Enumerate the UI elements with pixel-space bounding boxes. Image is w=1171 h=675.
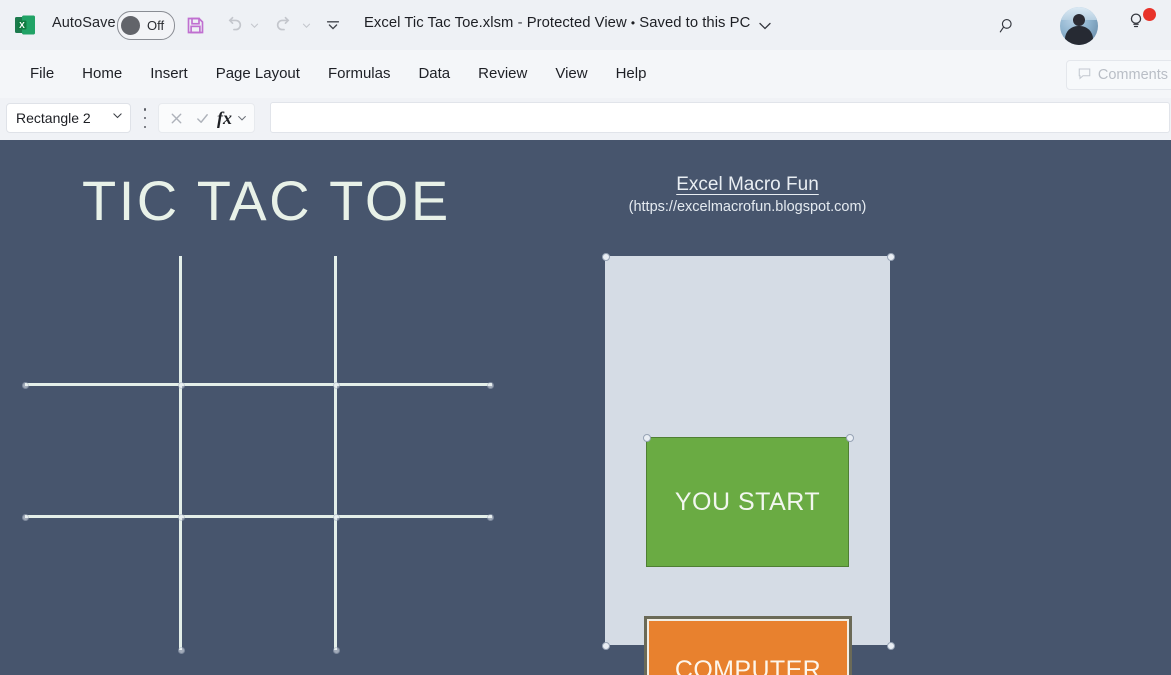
grid-line-horizontal-bottom [25,515,492,518]
computer-starts-label: COMPUTER STARTS [675,650,821,675]
tab-file[interactable]: File [16,50,68,98]
worksheet-canvas[interactable]: TIC TAC TOE Excel Macro Fun (https://exc… [0,140,1171,675]
page-title: TIC TAC TOE [82,168,451,233]
blog-name-link[interactable]: Excel Macro Fun [676,174,819,196]
shape-handle[interactable] [887,642,895,650]
computer-starts-button[interactable]: COMPUTER STARTS [644,616,852,675]
customize-quick-access-toolbar-icon[interactable] [318,10,348,40]
search-icon[interactable] [993,11,1023,41]
shape-handle[interactable] [22,382,29,389]
tab-data[interactable]: Data [404,50,464,98]
tab-help[interactable]: Help [602,50,661,98]
shape-handle[interactable] [887,253,895,261]
avatar[interactable] [1060,7,1098,45]
tab-home[interactable]: Home [68,50,136,98]
comments-label: Comments [1098,67,1168,83]
shape-handle[interactable] [333,382,340,389]
chevron-down-icon[interactable] [234,104,250,132]
redo-button[interactable] [270,10,300,40]
name-box[interactable]: Rectangle 2 [6,103,131,133]
save-button[interactable] [180,10,210,40]
ribbon-tab-bar: File Home Insert Page Layout Formulas Da… [0,50,1171,99]
shape-handle[interactable] [846,434,854,442]
grid-line-vertical-left [179,256,182,650]
you-start-button[interactable]: YOU START [646,437,849,567]
shape-handle[interactable] [22,514,29,521]
control-panel: YOU START COMPUTER STARTS [605,256,890,645]
autosave-label: AutoSave [52,15,116,31]
title-separator: - [518,15,523,31]
tab-review[interactable]: Review [464,50,541,98]
formula-bar: Rectangle 2 fx [0,98,1171,140]
shape-handle[interactable] [487,514,494,521]
computer-starts-inner-border: COMPUTER STARTS [647,619,849,675]
autosave-toggle-knob [121,16,140,35]
shape-handle[interactable] [333,647,340,654]
undo-button[interactable] [218,10,248,40]
excel-window: X AutoSave Off [0,0,1171,675]
name-box-value: Rectangle 2 [16,110,91,126]
svg-text:X: X [19,20,25,30]
insert-function-label[interactable]: fx [215,108,234,129]
shape-handle[interactable] [333,514,340,521]
comments-button[interactable]: Comments [1066,60,1171,90]
notification-badge [1143,8,1156,21]
grid-line-vertical-right [334,256,337,650]
shape-handle[interactable] [178,647,185,654]
vertical-dots-icon[interactable] [139,108,151,128]
avatar-body [1065,26,1093,45]
tab-insert[interactable]: Insert [136,50,202,98]
excel-logo-icon: X [12,12,38,38]
shape-handle[interactable] [178,382,185,389]
formula-input[interactable] [270,102,1170,133]
title-bar: X AutoSave Off [0,0,1171,50]
shape-handle[interactable] [643,434,651,442]
save-status-label: Saved to this PC [639,15,750,31]
tab-view[interactable]: View [541,50,601,98]
shape-handle[interactable] [602,642,610,650]
comment-bubble-icon [1077,66,1092,85]
document-name: Excel Tic Tac Toe.xlsm [364,15,513,31]
autosave-state-label: Off [147,18,164,33]
avatar-head [1073,14,1085,26]
ribbon-tabs: File Home Insert Page Layout Formulas Da… [16,50,660,98]
cancel-x-icon[interactable] [163,104,189,132]
title-bullet: • [631,16,635,30]
grid-line-horizontal-top [25,383,492,386]
enter-check-icon[interactable] [189,104,215,132]
chevron-down-icon[interactable] [111,109,124,127]
undo-dropdown-icon[interactable] [246,10,262,40]
chevron-down-icon[interactable] [757,18,773,34]
formula-actions: fx [158,103,255,133]
tab-page-layout[interactable]: Page Layout [202,50,314,98]
shape-handle[interactable] [602,253,610,261]
document-title[interactable]: Excel Tic Tac Toe.xlsm - Protected View … [364,15,750,31]
protected-view-label: Protected View [527,15,627,31]
blog-url-text: (https://excelmacrofun.blogspot.com) [600,199,895,215]
shape-handle[interactable] [178,514,185,521]
you-start-label: YOU START [675,488,820,517]
blog-link-block[interactable]: Excel Macro Fun (https://excelmacrofun.b… [600,174,895,215]
tab-formulas[interactable]: Formulas [314,50,405,98]
autosave-toggle[interactable]: Off [117,11,175,40]
redo-dropdown-icon[interactable] [298,10,314,40]
shape-handle[interactable] [487,382,494,389]
